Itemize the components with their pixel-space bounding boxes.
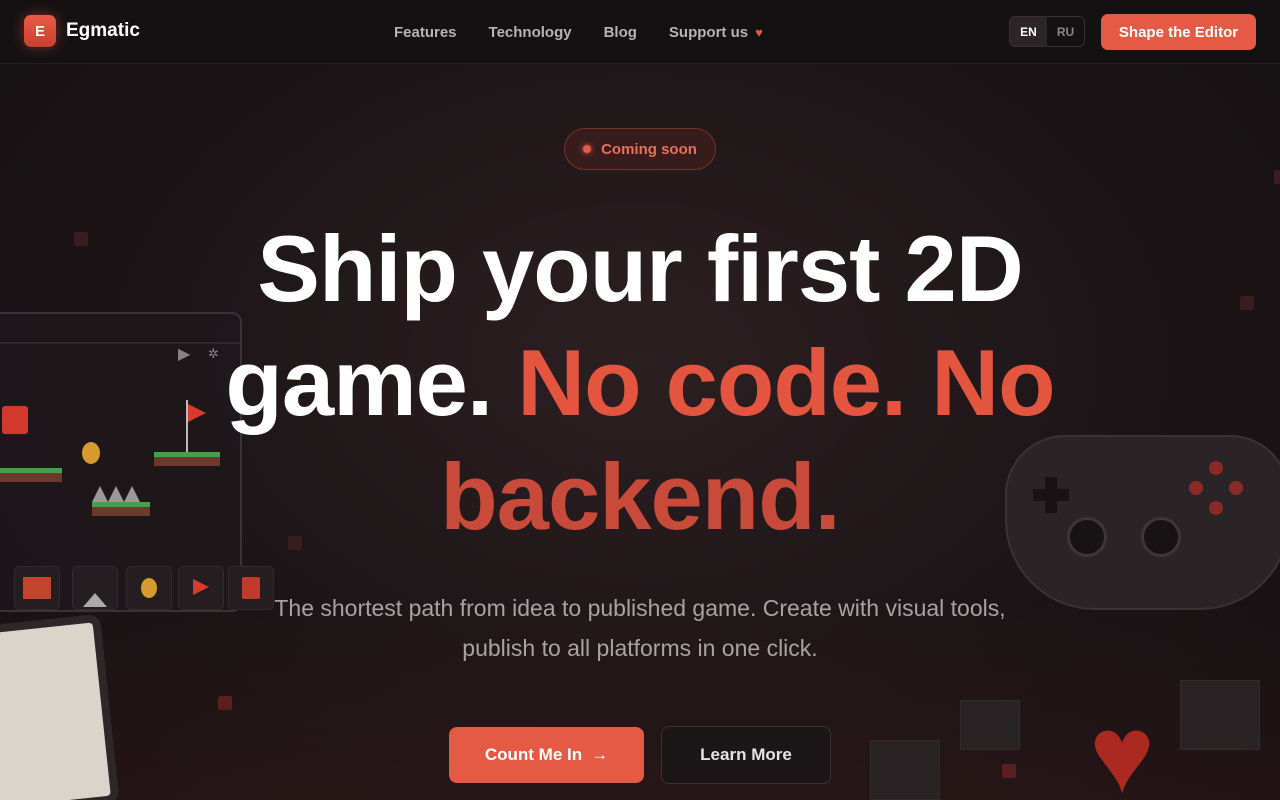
nav-link-support-us[interactable]: Support us ♥ — [669, 24, 763, 41]
lang-en-button[interactable]: EN — [1010, 17, 1047, 46]
pixel-heart-icon: ♥ — [1089, 693, 1155, 800]
hero-subtitle: The shortest path from idea to published… — [274, 595, 1006, 661]
nav-link-support-label: Support us — [668, 23, 749, 41]
badge-label: Coming soon — [601, 140, 697, 158]
floating-cube — [1240, 296, 1254, 310]
grass-platform — [0, 468, 62, 482]
top-navbar: E Egmatic Features Technology Blog Suppo… — [0, 0, 1280, 64]
robot-character-icon — [2, 406, 28, 434]
tile-brick-icon — [14, 566, 60, 610]
heart-icon: ♥ — [755, 24, 763, 40]
headline-line2-white: game. — [225, 330, 493, 435]
learn-more-button[interactable]: Learn More — [661, 726, 831, 784]
headline-line3-accent: backend. — [440, 444, 840, 549]
coin-icon — [82, 442, 100, 464]
hero-headline: Ship your first 2D game. No code. No bac… — [140, 212, 1140, 554]
gamepad-button — [1229, 481, 1243, 495]
gamepad-button — [1189, 481, 1203, 495]
spike-icon — [108, 486, 124, 502]
floating-cube — [1274, 170, 1280, 184]
brand-name: Egmatic — [66, 20, 140, 41]
headline-line2-accent: No code. No — [517, 330, 1055, 435]
gamepad-button — [1209, 501, 1223, 515]
lang-ru-button[interactable]: RU — [1047, 17, 1084, 46]
status-dot-icon — [583, 145, 592, 153]
nav-link-features[interactable]: Features — [394, 24, 457, 41]
nav-links: Features Technology Blog Support us ♥ — [394, 0, 795, 64]
spike-icon — [92, 486, 108, 502]
floating-cube — [218, 696, 232, 710]
tile-spike-icon — [72, 566, 118, 610]
joystick-right — [1141, 517, 1181, 557]
floating-cube — [1002, 764, 1016, 778]
headline-line1: Ship your first 2D — [257, 216, 1023, 321]
nav-link-blog[interactable]: Blog — [604, 24, 637, 41]
tile-flag-icon — [178, 566, 224, 610]
count-me-in-label: Count Me In — [484, 745, 583, 764]
spike-icon — [124, 486, 140, 502]
gamepad-button — [1209, 461, 1223, 475]
sketch-tablet-illustration — [0, 613, 120, 800]
floating-cube — [74, 232, 88, 246]
nav-link-technology[interactable]: Technology — [489, 24, 572, 41]
voxel-block — [960, 700, 1020, 750]
voxel-block — [870, 740, 940, 800]
arrow-right-icon: → — [591, 745, 609, 764]
tile-coin-icon — [126, 566, 172, 610]
voxel-block — [1180, 680, 1260, 750]
logo-mark: E — [24, 15, 56, 47]
language-switcher: EN RU — [1009, 16, 1085, 47]
count-me-in-button[interactable]: Count Me In → — [449, 727, 644, 783]
brand-logo[interactable]: E Egmatic — [24, 15, 140, 47]
coming-soon-badge: Coming soon — [564, 128, 716, 170]
shape-editor-button[interactable]: Shape the Editor — [1101, 14, 1256, 50]
